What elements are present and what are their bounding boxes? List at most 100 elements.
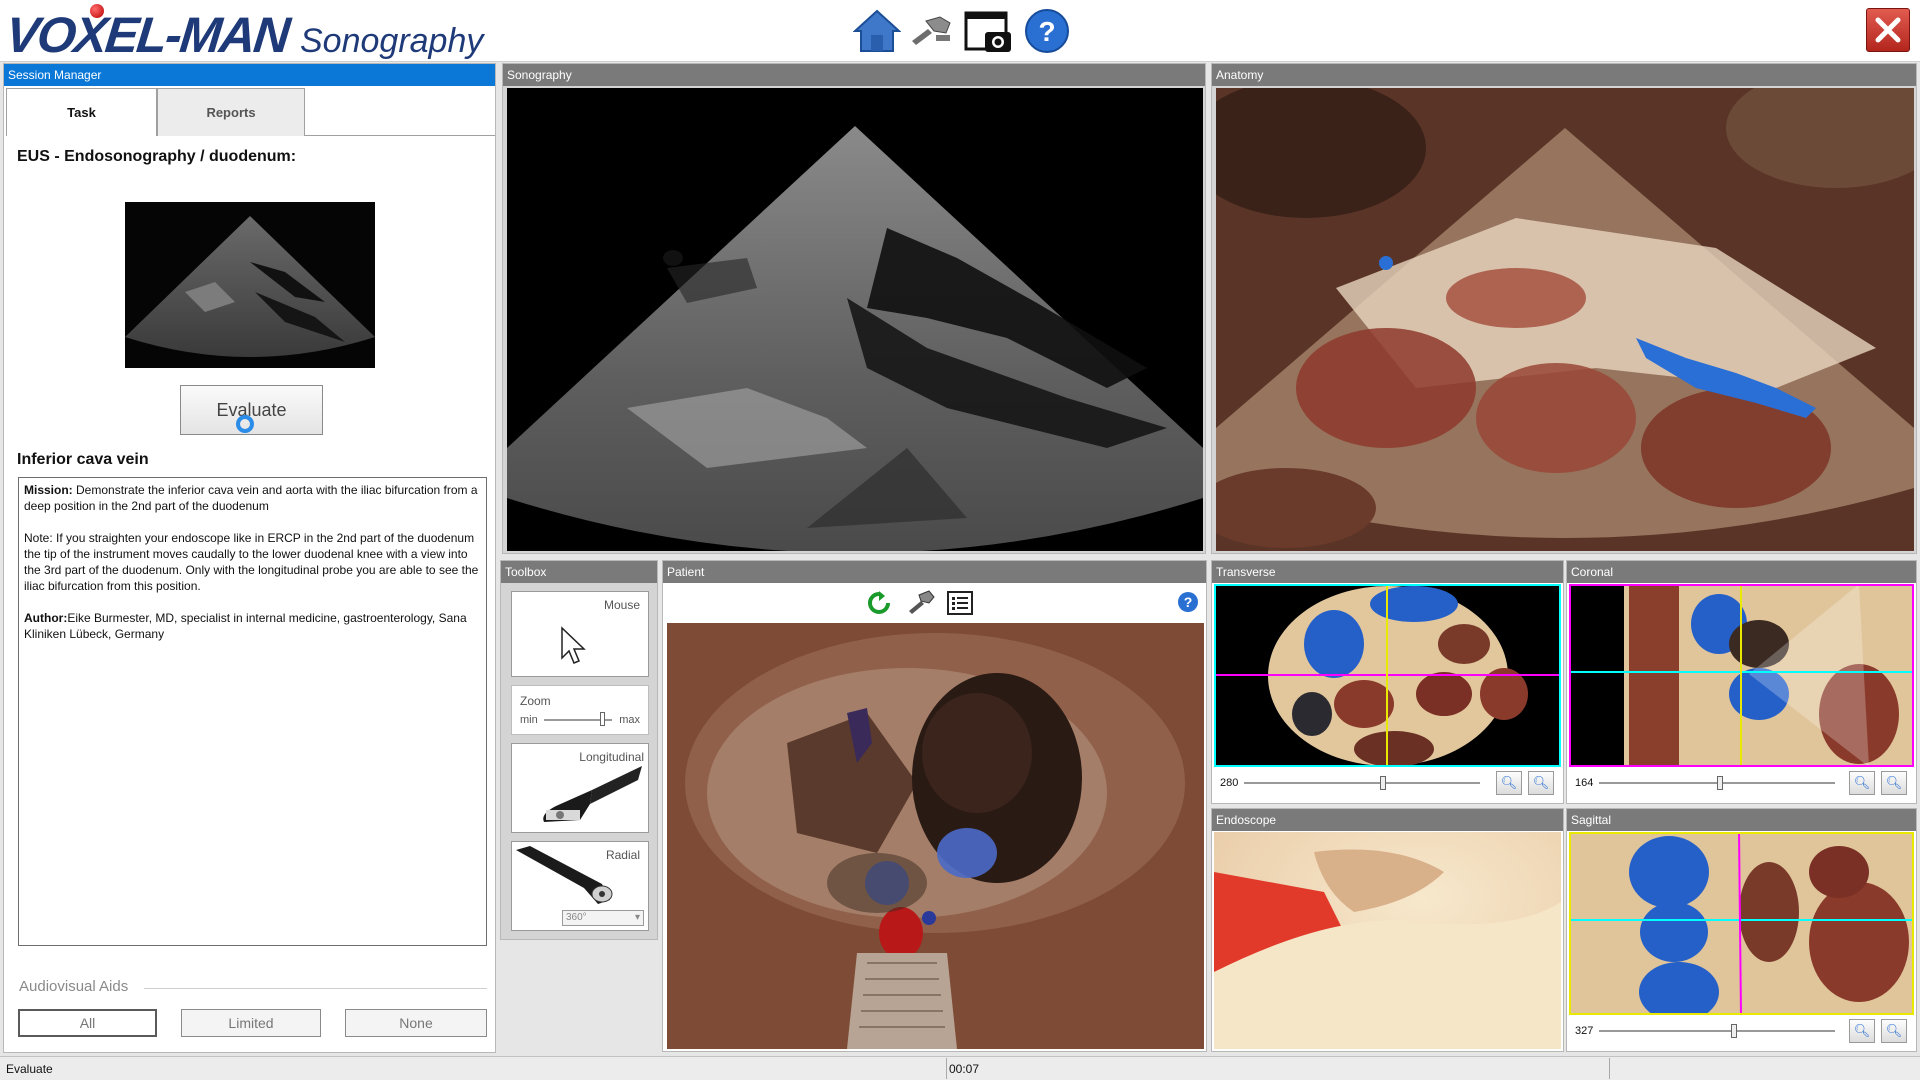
app-logo: VOXEL-MAN Sonography [3, 4, 483, 63]
sagittal-slider-row: 327 🔍︎ 🔍︎ [1567, 1016, 1916, 1046]
audiovisual-divider [144, 988, 487, 989]
zoom-label: Zoom [520, 694, 551, 708]
subtask-title: Inferior cava vein [17, 451, 149, 468]
screenshot-camera-icon [964, 11, 1011, 52]
close-icon [1875, 17, 1901, 43]
av-none-button[interactable]: None [345, 1009, 487, 1037]
transverse-slider-row: 280 🔍︎ 🔍︎ [1212, 768, 1563, 798]
patient-toolbar: ? [663, 583, 1206, 621]
endoscope-view[interactable] [1214, 832, 1561, 1049]
endoscope-panel: Endoscope [1211, 808, 1564, 1052]
reset-rotate-icon[interactable] [867, 591, 891, 615]
home-button[interactable] [852, 6, 902, 56]
tool-settings-icon [912, 16, 951, 45]
transverse-zoom-out-button[interactable]: 🔍︎ [1528, 771, 1554, 795]
instrument-icon[interactable] [907, 589, 935, 615]
zoom-in-icon: 🔍︎ [1853, 775, 1871, 790]
author-label: Author: [24, 611, 68, 625]
coronal-zoom-in-button[interactable]: 🔍︎ [1849, 771, 1875, 795]
mouse-pointer-icon [561, 626, 586, 664]
radial-probe-tool[interactable]: Radial 360° ▾ [511, 841, 649, 931]
zoom-min-label: min [520, 714, 538, 726]
home-icon [853, 9, 901, 52]
sagittal-slice-value: 327 [1575, 1025, 1594, 1037]
sagittal-title: Sagittal [1567, 809, 1916, 831]
transverse-zoom-in-button[interactable]: 🔍︎ [1496, 771, 1522, 795]
transverse-slider-thumb[interactable] [1380, 776, 1386, 790]
sagittal-slider-thumb[interactable] [1731, 1024, 1737, 1038]
sonography-title: Sonography [503, 64, 1205, 86]
zoom-slider-thumb[interactable] [599, 712, 605, 726]
sagittal-panel: Sagittal 327 🔍︎ 🔍︎ [1566, 808, 1917, 1052]
elapsed-time: 00:07 [946, 1058, 1610, 1079]
transverse-view[interactable] [1214, 584, 1561, 767]
author-text: Eike Burmester, MD, specialist in intern… [24, 611, 467, 641]
help-button[interactable]: ? [1022, 6, 1072, 56]
mission-paragraph: Mission: Demonstrate the inferior cava v… [24, 482, 481, 514]
patient-title: Patient [663, 561, 1206, 583]
help-icon: ? [1025, 9, 1069, 53]
loading-cursor-icon [236, 415, 254, 433]
longitudinal-probe-tool[interactable]: Longitudinal [511, 743, 649, 833]
radial-probe-icon [516, 846, 613, 904]
note-paragraph: Note: If you straighten your endoscope l… [24, 531, 479, 593]
sagittal-view[interactable] [1569, 832, 1914, 1015]
transverse-title: Transverse [1212, 561, 1563, 583]
anatomy-view[interactable] [1216, 88, 1914, 551]
logo-sub-text: Sonography [300, 22, 484, 60]
coronal-slider-row: 164 🔍︎ 🔍︎ [1567, 768, 1916, 798]
session-manager-panel: Session Manager Task Reports EUS - Endos… [3, 63, 496, 1053]
toolbox-title: Toolbox [501, 561, 657, 583]
status-bar: Evaluate 00:07 [0, 1056, 1920, 1080]
av-all-button[interactable]: All [18, 1009, 157, 1037]
coronal-slider-thumb[interactable] [1717, 776, 1723, 790]
zoom-out-icon: 🔍︎ [1885, 775, 1903, 790]
patient-3d-view[interactable] [667, 623, 1204, 1049]
zoom-in-icon: 🔍︎ [1500, 775, 1518, 790]
mission-text: Demonstrate the inferior cava vein and a… [24, 483, 478, 513]
dropdown-arrow-icon: ▾ [634, 912, 640, 923]
app-header: VOXEL-MAN Sonography ? [0, 0, 1920, 63]
tab-task[interactable]: Task [6, 88, 157, 136]
coronal-zoom-out-button[interactable]: 🔍︎ [1881, 771, 1907, 795]
svg-text:?: ? [1038, 16, 1055, 47]
sagittal-zoom-in-button[interactable]: 🔍︎ [1849, 1019, 1875, 1043]
longitudinal-probe-icon [543, 766, 642, 822]
coronal-panel: Coronal 164 🔍︎ 🔍︎ [1566, 560, 1917, 804]
toolbox-panel: Toolbox Mouse Zoom min max Longitudinal … [500, 560, 658, 940]
patient-panel: Patient ? [662, 560, 1207, 1052]
sagittal-zoom-out-button[interactable]: 🔍︎ [1881, 1019, 1907, 1043]
list-view-icon[interactable] [947, 591, 973, 615]
endoscope-title: Endoscope [1212, 809, 1563, 831]
zoom-control[interactable]: Zoom min max [511, 685, 649, 735]
zoom-max-label: max [619, 714, 640, 726]
anatomy-title: Anatomy [1212, 64, 1916, 86]
zoom-in-icon: 🔍︎ [1853, 1023, 1871, 1038]
tab-divider [305, 135, 495, 136]
radial-angle-value: 360° [566, 912, 587, 923]
task-thumbnail [125, 202, 375, 368]
mouse-tool-label: Mouse [603, 598, 640, 612]
zoom-out-icon: 🔍︎ [1532, 775, 1550, 790]
task-title: EUS - Endosonography / duodenum: [17, 148, 297, 165]
mouse-tool[interactable]: Mouse [511, 591, 649, 677]
status-text: Evaluate [6, 1062, 53, 1076]
help-icon[interactable]: ? [1177, 591, 1199, 613]
transverse-slice-value: 280 [1220, 777, 1239, 789]
session-manager-title: Session Manager [4, 64, 495, 86]
screenshot-button[interactable] [963, 6, 1013, 56]
logo-main-text: VOXEL-MAN [3, 7, 291, 63]
anatomy-panel: Anatomy [1211, 63, 1917, 554]
radial-angle-select[interactable]: 360° ▾ [562, 910, 644, 926]
coronal-slice-value: 164 [1575, 777, 1594, 789]
zoom-out-icon: 🔍︎ [1885, 1023, 1903, 1038]
transverse-slider[interactable] [1244, 782, 1480, 784]
tool-settings-button[interactable] [906, 6, 956, 56]
coronal-view[interactable] [1569, 584, 1914, 767]
close-button[interactable] [1866, 8, 1910, 52]
sonography-view[interactable] [507, 88, 1203, 551]
av-limited-button[interactable]: Limited [181, 1009, 321, 1037]
tab-reports[interactable]: Reports [157, 88, 305, 136]
mission-text-box: Mission: Demonstrate the inferior cava v… [18, 477, 487, 946]
sagittal-slider[interactable] [1599, 1030, 1835, 1032]
